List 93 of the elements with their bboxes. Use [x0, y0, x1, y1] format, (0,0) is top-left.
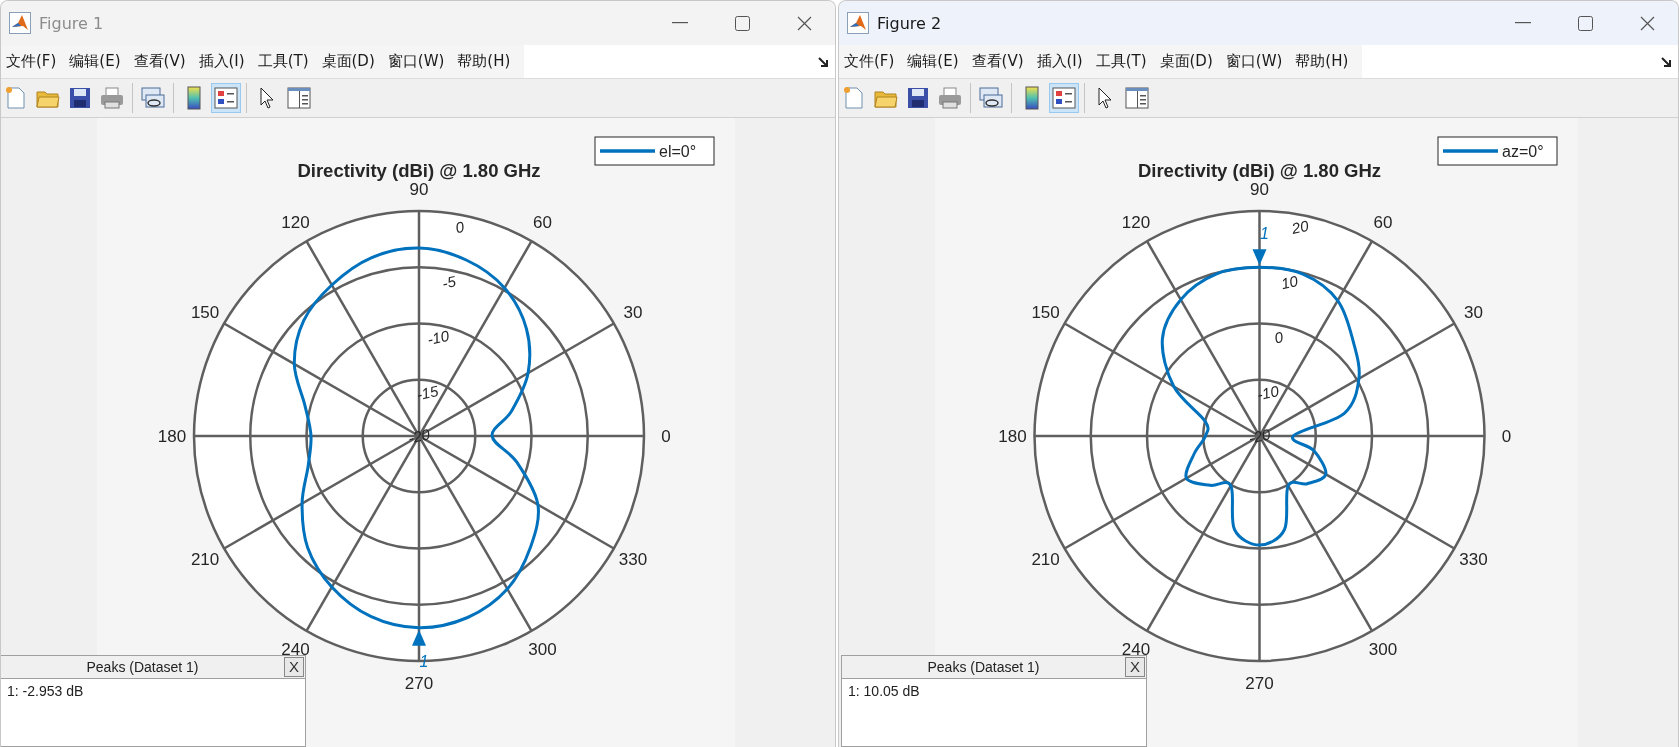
angle-label: 0	[661, 426, 671, 446]
close-icon	[1639, 15, 1655, 31]
peaks-title: Peaks (Dataset 1)	[85, 659, 200, 675]
menu-item[interactable]: 桌面(D)	[1154, 52, 1221, 71]
radial-label: 10	[1279, 272, 1300, 293]
colorbar-icon	[1025, 86, 1039, 110]
folder-icon	[36, 88, 60, 108]
peak-marker	[1252, 249, 1267, 266]
app-logo-icon	[847, 12, 869, 34]
pointer-icon	[1097, 87, 1113, 109]
menu-item[interactable]: 帮助(H)	[1290, 52, 1357, 71]
legend-tool-button[interactable]	[1049, 83, 1079, 113]
linked-windows-icon	[979, 87, 1003, 109]
legend: az=0°	[1437, 136, 1558, 166]
angle-label: 240	[1121, 640, 1151, 660]
property-panel-icon	[287, 87, 311, 109]
peaks-title: Peaks (Dataset 1)	[926, 659, 1041, 675]
printer-icon	[100, 87, 124, 109]
angle-label: 210	[1031, 550, 1060, 569]
angle-label: 150	[190, 303, 220, 322]
angle-label: 120	[1121, 212, 1151, 232]
angle-label: 150	[1031, 303, 1060, 322]
pointer-icon	[259, 87, 275, 109]
angle-label: 60	[1373, 212, 1393, 232]
dock-arrow-icon[interactable]	[817, 55, 829, 68]
menu-item[interactable]: 文件(F)	[839, 52, 903, 71]
angle-label: 30	[1463, 303, 1483, 322]
angle-label: 300	[528, 640, 557, 660]
peak-marker-label: 1	[1260, 224, 1269, 242]
radial-label: -10	[1255, 382, 1281, 404]
legend-icon	[1052, 87, 1076, 109]
angle-label: 330	[1459, 550, 1488, 569]
maximize-icon	[734, 15, 750, 31]
colorbar-icon	[187, 86, 201, 110]
maximize-icon	[1577, 15, 1593, 31]
minimize-icon	[672, 22, 688, 24]
angle-label: 300	[1368, 640, 1398, 660]
angle-label: 270	[404, 673, 434, 693]
angle-label: 240	[281, 640, 310, 660]
radial-label: -5	[440, 272, 458, 292]
menu-item[interactable]: 窗口(W)	[1220, 52, 1291, 71]
angle-label: 180	[998, 426, 1027, 446]
printer-icon	[938, 87, 962, 109]
radial-label: -15	[415, 382, 440, 404]
legend: el=0°	[594, 136, 715, 166]
peak-entry: 1: 10.05 dB	[847, 682, 921, 701]
angle-label: 90	[409, 179, 429, 199]
menu-item[interactable]: 编辑(E)	[64, 52, 129, 71]
new-file-icon	[5, 86, 27, 110]
app-logo-icon	[9, 12, 31, 34]
angle-label: 0	[1501, 426, 1512, 446]
minimize-icon	[1515, 22, 1531, 24]
linked-windows-icon	[141, 87, 165, 109]
peak-entry: 1: -2.953 dB	[6, 682, 85, 701]
angle-label: 60	[533, 212, 552, 232]
menu-item[interactable]: 文件(F)	[1, 52, 65, 71]
menu-item[interactable]: 插入(I)	[193, 52, 253, 71]
close-icon	[796, 15, 812, 31]
radial-label: 20	[1290, 216, 1311, 237]
angle-label: 180	[157, 426, 187, 446]
legend-tool-button[interactable]	[211, 83, 241, 113]
legend-icon	[214, 87, 238, 109]
property-panel-icon	[1125, 87, 1149, 109]
angle-label: 90	[1250, 179, 1269, 199]
plot-title: Directivity (dBi) @ 1.80 GHz	[1137, 159, 1382, 181]
peaks-close-button[interactable]: X	[284, 657, 304, 677]
new-file-icon	[843, 86, 865, 110]
menu-item[interactable]: 编辑(E)	[902, 52, 967, 71]
radial-label: -20	[406, 425, 432, 447]
angle-label: 120	[281, 212, 310, 232]
menu-item[interactable]: 窗口(W)	[382, 52, 453, 71]
menu-item[interactable]: 工具(T)	[252, 52, 317, 71]
angle-label: 270	[1245, 673, 1274, 693]
dock-arrow-icon[interactable]	[1660, 55, 1672, 68]
menu-item[interactable]: 工具(T)	[1090, 52, 1155, 71]
radial-label: 0	[1272, 328, 1285, 347]
radial-label: -10	[425, 326, 451, 348]
menu-item[interactable]: 插入(I)	[1031, 52, 1091, 71]
peaks-close-button[interactable]: X	[1125, 657, 1145, 677]
menu-item[interactable]: 帮助(H)	[452, 52, 519, 71]
menu-item[interactable]: 桌面(D)	[316, 52, 383, 71]
peak-marker	[412, 629, 426, 646]
radial-label: 0	[453, 217, 466, 237]
angle-label: 210	[190, 550, 220, 569]
menu-item[interactable]: 查看(V)	[128, 52, 194, 71]
menu-item[interactable]: 查看(V)	[966, 52, 1032, 71]
plot-title: Directivity (dBi) @ 1.80 GHz	[297, 159, 541, 181]
window-title: Figure 2	[877, 13, 942, 33]
angle-label: 30	[623, 303, 643, 322]
folder-icon	[874, 88, 898, 108]
window-title: Figure 1	[39, 13, 104, 33]
radial-label: -20	[1247, 425, 1272, 447]
angle-label: 330	[618, 550, 648, 569]
